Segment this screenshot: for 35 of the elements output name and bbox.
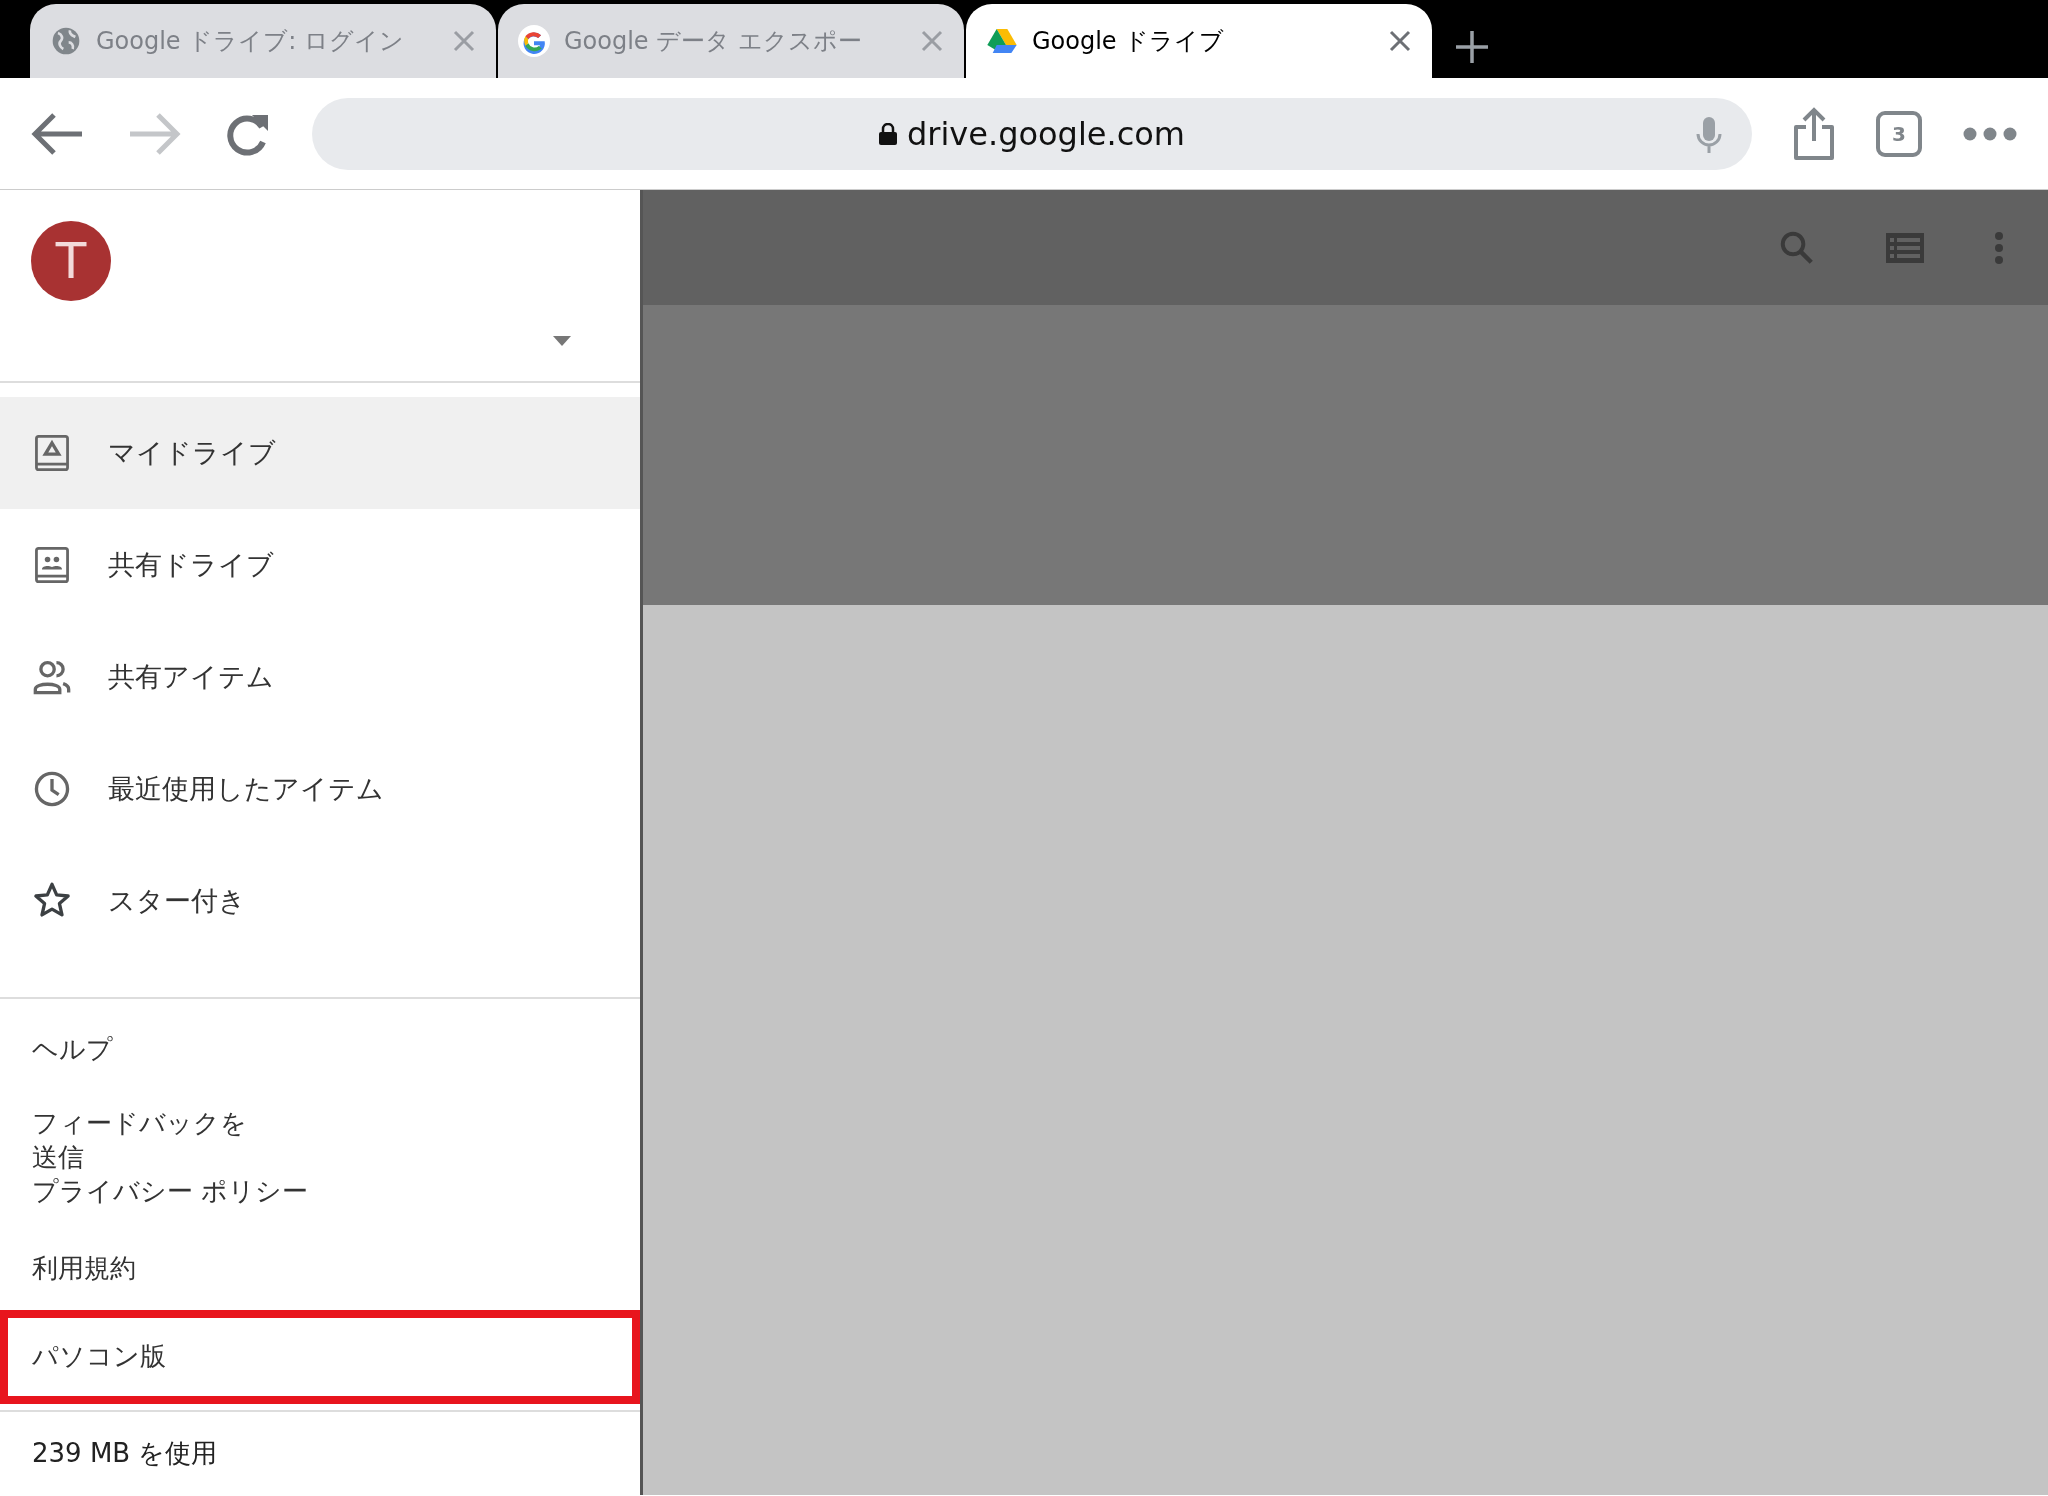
url-text: drive.google.com — [907, 113, 1185, 155]
share-button[interactable] — [1792, 106, 1836, 161]
nav-item[interactable]: 共有アイテム — [0, 621, 640, 734]
nav-item[interactable]: 共有ドライブ — [0, 509, 640, 622]
lock-icon — [879, 122, 897, 145]
nav-item[interactable]: スター付き — [0, 845, 640, 958]
google-logo-icon — [518, 25, 550, 57]
nav-item-label: スター付き — [108, 883, 246, 918]
nav-item-label: 最近使用したアイテム — [108, 771, 384, 806]
nav-item[interactable]: マイドライブ — [0, 397, 640, 510]
nav-item-label: 共有アイテム — [108, 659, 274, 694]
list-view-icon[interactable] — [1886, 232, 1924, 263]
more-icon[interactable] — [1994, 230, 2004, 265]
microphone-icon[interactable] — [1696, 115, 1722, 154]
drawer-link[interactable]: 利用規約 — [0, 1222, 640, 1301]
drawer-link[interactable]: プライバシー ポリシー — [0, 1174, 640, 1223]
drawer-link[interactable]: パソコン版 — [0, 1310, 640, 1404]
globe-icon — [50, 25, 82, 57]
close-icon[interactable] — [452, 29, 476, 53]
nav-item[interactable]: 最近使用したアイテム — [0, 733, 640, 846]
address-bar[interactable]: drive.google.com — [312, 97, 1752, 170]
dropdown-caret-icon[interactable] — [553, 336, 571, 346]
close-icon[interactable] — [1388, 29, 1412, 53]
drawer-link[interactable]: ヘルプ — [0, 1019, 640, 1081]
nav-item-label: 共有ドライブ — [108, 547, 274, 582]
shared-drive-icon — [32, 545, 72, 586]
storage-usage-text: 239 MB を使用 — [0, 1410, 640, 1495]
avatar[interactable]: T — [31, 221, 111, 301]
close-icon[interactable] — [920, 29, 944, 53]
tab-count-button[interactable]: 3 — [1876, 110, 1922, 157]
drive-icon — [32, 433, 72, 474]
browser-tab[interactable]: Google ドライブ — [966, 4, 1432, 78]
nav-item-label: マイドライブ — [108, 435, 276, 470]
plus-icon — [1454, 29, 1490, 65]
drawer-link[interactable]: フィードバックを送信 — [0, 1081, 640, 1175]
